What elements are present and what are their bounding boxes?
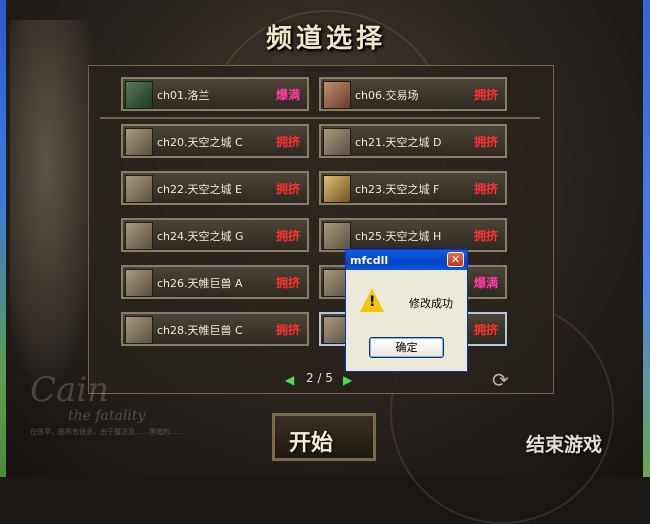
prev-page-arrow-icon[interactable]: ◀ <box>285 373 294 387</box>
channel-thumbnail <box>125 269 153 297</box>
desktop-edge-right <box>643 0 650 477</box>
channel-thumbnail <box>125 316 153 344</box>
page-indicator: 2 / 5 <box>306 371 333 385</box>
quit-game-button[interactable]: 结束游戏 <box>526 430 602 457</box>
ok-button[interactable]: 确定 <box>369 337 444 358</box>
channel-status: 拥挤 <box>473 229 498 243</box>
channel-button-ch23[interactable]: ch23.天空之城 F 拥挤 <box>319 171 507 205</box>
channel-name: ch22.天空之城 E <box>157 183 242 196</box>
game-logo-subtitle: the fatality <box>68 408 146 424</box>
channel-name: ch23.天空之城 F <box>355 183 440 196</box>
channel-name: ch26.天帷巨兽 A <box>157 277 243 290</box>
warning-icon-mark: ! <box>369 294 376 310</box>
channel-thumbnail <box>323 81 351 109</box>
dialog-titlebar[interactable]: mfcdll ✕ <box>346 250 467 270</box>
channel-thumbnail <box>125 81 153 109</box>
channel-thumbnail <box>125 222 153 250</box>
close-icon[interactable]: ✕ <box>447 252 464 267</box>
channel-status: 拥挤 <box>275 276 300 290</box>
start-button-label: 开始 <box>289 431 334 456</box>
channel-name: ch06.交易场 <box>355 89 419 102</box>
channel-button-ch24[interactable]: ch24.天空之城 G 拥挤 <box>121 218 309 252</box>
channel-status: 拥挤 <box>473 182 498 196</box>
channel-button-ch01[interactable]: ch01.洛兰 爆满 <box>121 77 309 111</box>
channel-thumbnail <box>323 175 351 203</box>
desktop-edge-left <box>0 0 6 477</box>
channel-name: ch20.天空之城 C <box>157 136 243 149</box>
channel-button-ch25[interactable]: ch25.天空之城 H 拥挤 <box>319 218 507 252</box>
dialog-title: mfcdll <box>350 254 389 267</box>
channel-thumbnail <box>323 128 351 156</box>
channel-name: ch01.洛兰 <box>157 89 210 102</box>
dialog-message: 修改成功 <box>409 297 453 310</box>
lore-text: 在很早，曲界有很多，由于魔法及……黑暗的…… <box>30 428 184 436</box>
channel-button-ch06[interactable]: ch06.交易场 拥挤 <box>319 77 507 111</box>
character-artwork <box>10 20 100 380</box>
channel-status: 拥挤 <box>275 229 300 243</box>
channel-name: ch28.天帷巨兽 C <box>157 324 243 337</box>
channel-status: 拥挤 <box>275 182 300 196</box>
game-logo: Cain <box>30 370 110 410</box>
channel-name: ch24.天空之城 G <box>157 230 244 243</box>
channel-thumbnail <box>323 222 351 250</box>
channel-name: ch21.天空之城 D <box>355 136 442 149</box>
divider <box>100 117 540 119</box>
channel-button-ch22[interactable]: ch22.天空之城 E 拥挤 <box>121 171 309 205</box>
channel-name: ch25.天空之城 H <box>355 230 442 243</box>
channel-button-ch21[interactable]: ch21.天空之城 D 拥挤 <box>319 124 507 158</box>
channel-status: 拥挤 <box>473 135 498 149</box>
channel-status: 拥挤 <box>473 323 498 337</box>
start-button[interactable]: 开始 <box>272 413 376 461</box>
channel-status: 拥挤 <box>473 88 498 102</box>
channel-thumbnail <box>125 128 153 156</box>
channel-status: 拥挤 <box>275 323 300 337</box>
message-dialog: mfcdll ✕ ! 修改成功 确定 <box>345 249 468 372</box>
next-page-arrow-icon[interactable]: ▶ <box>343 373 352 387</box>
channel-status: 爆满 <box>473 276 498 290</box>
channel-status: 拥挤 <box>275 135 300 149</box>
page-title: 频道选择 <box>266 24 387 54</box>
channel-button-ch20[interactable]: ch20.天空之城 C 拥挤 <box>121 124 309 158</box>
channel-button-ch26[interactable]: ch26.天帷巨兽 A 拥挤 <box>121 265 309 299</box>
refresh-icon[interactable]: ⟳ <box>492 368 509 392</box>
channel-thumbnail <box>125 175 153 203</box>
channel-status: 爆满 <box>275 88 300 102</box>
channel-button-ch28[interactable]: ch28.天帷巨兽 C 拥挤 <box>121 312 309 346</box>
